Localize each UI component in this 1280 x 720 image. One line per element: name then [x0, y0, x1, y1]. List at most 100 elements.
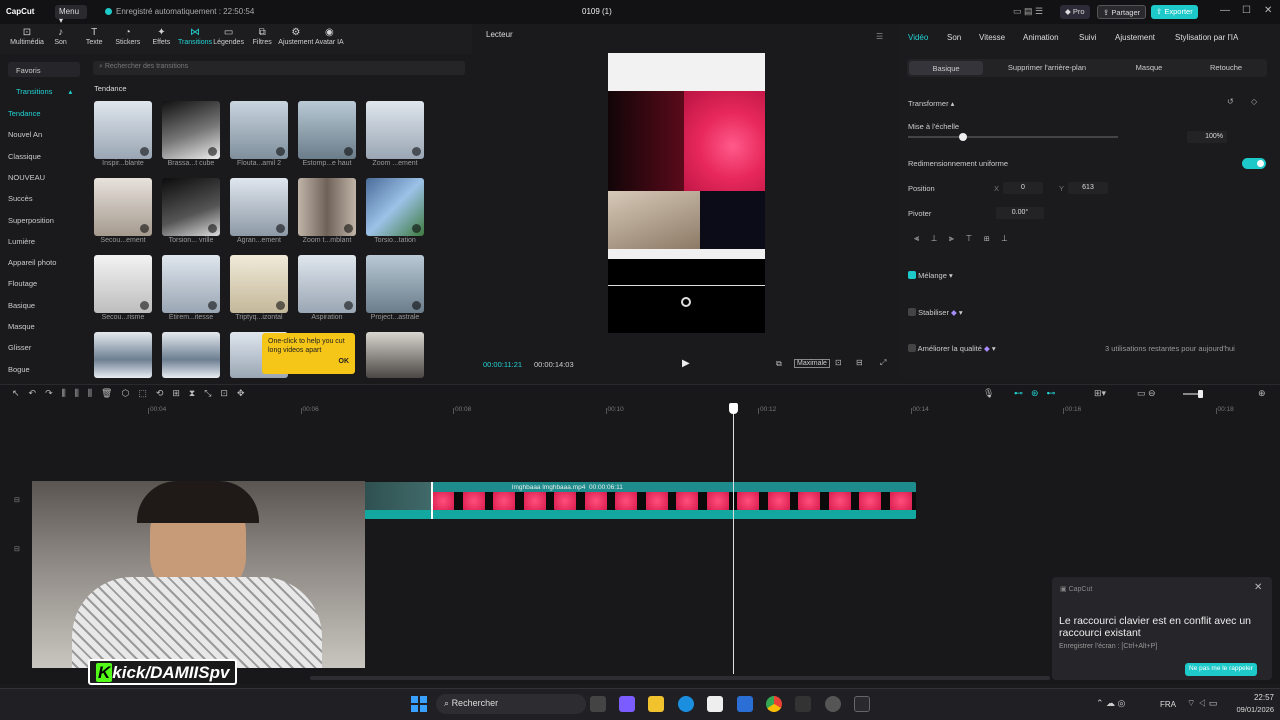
tool-avatar[interactable]: ◉ Avatar IA: [311, 27, 347, 46]
video-clip[interactable]: lmghbaaa lmghbaaa.mp4 00:00:06:11: [364, 482, 916, 519]
tool-adjust[interactable]: ⚙ Ajustement: [278, 27, 314, 46]
transform-section[interactable]: Transformer ▴: [908, 99, 954, 108]
position-y-field[interactable]: 613: [1068, 182, 1108, 194]
mic-icon[interactable]: 🎙: [983, 388, 994, 399]
transition-thumbnail[interactable]: [94, 178, 152, 236]
share-button[interactable]: ⇪ Partager: [1097, 5, 1147, 19]
ratio-button[interactable]: Maximale: [794, 359, 830, 368]
scale-slider[interactable]: [908, 136, 1118, 138]
transition-thumbnail[interactable]: [162, 101, 220, 159]
chrome-icon[interactable]: [766, 696, 782, 712]
tool-sticker[interactable]: ◔ Stickers: [110, 27, 146, 46]
edge-icon[interactable]: [678, 696, 694, 712]
player-menu-icon[interactable]: ☰: [876, 32, 883, 41]
tool-transitions[interactable]: ⋈ Transitions: [177, 27, 213, 46]
download-icon[interactable]: [276, 224, 285, 233]
nav-item-5[interactable]: Superposition: [8, 216, 54, 225]
keyframe-icon[interactable]: ◇: [1251, 97, 1257, 106]
right-tab-2[interactable]: Vitesse: [979, 33, 1005, 42]
tool-text[interactable]: T Texte: [76, 27, 112, 46]
stabilize-section[interactable]: Stabiliser ◆ ▾: [908, 308, 963, 317]
playhead[interactable]: [733, 404, 734, 674]
nav-item-12[interactable]: Bogue: [8, 365, 30, 374]
crop-icon[interactable]: ⧉: [776, 359, 782, 369]
capcut-taskbar-icon[interactable]: [795, 696, 811, 712]
transition-thumbnail[interactable]: [94, 332, 152, 378]
export-button[interactable]: ⇧ Exporter: [1151, 5, 1198, 19]
download-icon[interactable]: [140, 147, 149, 156]
uniform-scale-toggle[interactable]: [1242, 158, 1266, 169]
blend-checkbox[interactable]: [908, 271, 916, 279]
play-icon[interactable]: ▶: [682, 358, 690, 369]
zoom-slider-handle[interactable]: [1198, 390, 1203, 398]
download-icon[interactable]: [412, 147, 421, 156]
fullscreen-icon[interactable]: ⤢: [880, 358, 886, 368]
nav-item-3[interactable]: NOUVEAU: [8, 173, 45, 182]
transition-thumbnail[interactable]: [162, 255, 220, 313]
nav-item-8[interactable]: Floutage: [8, 279, 37, 288]
transitions-category[interactable]: Transitions ▴: [16, 87, 72, 96]
network-sound-battery-icons[interactable]: ⌔ ◁ ▭: [1187, 698, 1217, 709]
windows-start-icon[interactable]: [411, 696, 427, 712]
dont-remind-button[interactable]: Ne pas me le rappeler: [1185, 663, 1257, 676]
maximize-icon[interactable]: ☐: [1242, 5, 1251, 16]
rotate-field[interactable]: 0.00°: [996, 207, 1044, 219]
notif-close-icon[interactable]: ✕: [1254, 582, 1262, 593]
subtab-2[interactable]: Masque: [1120, 63, 1178, 72]
rotate-handle-icon[interactable]: [681, 297, 691, 307]
capcut-active-icon[interactable]: [854, 696, 870, 712]
preview-axis-icon[interactable]: ▭ ⊖: [1137, 388, 1156, 399]
transition-thumbnail[interactable]: [94, 255, 152, 313]
download-icon[interactable]: [140, 224, 149, 233]
right-tab-6[interactable]: Stylisation par l'IA: [1175, 33, 1238, 42]
language-indicator[interactable]: FRA: [1160, 700, 1176, 709]
nav-item-11[interactable]: Glisser: [8, 343, 31, 352]
enhance-section[interactable]: Améliorer la qualité ◆ ▾: [908, 344, 996, 353]
position-x-field[interactable]: 0: [1003, 182, 1043, 194]
subtab-0[interactable]: Basique: [909, 61, 983, 75]
tooltip-ok-button[interactable]: OK: [268, 357, 350, 366]
minimize-icon[interactable]: —: [1220, 5, 1230, 16]
transition-search-input[interactable]: ⌕ Rechercher des transitions: [93, 61, 465, 75]
edit-tools-icons[interactable]: ↖↶↷⫼⫼⫼🗑⬡⬚⟲⊞⧗⤡⊡✥: [12, 388, 254, 399]
clip-trim-handle[interactable]: [431, 482, 433, 519]
download-icon[interactable]: [276, 147, 285, 156]
transition-thumbnail[interactable]: [366, 178, 424, 236]
taskbar-search[interactable]: ⌕ Rechercher: [436, 694, 586, 714]
fit-icon[interactable]: ⊡: [835, 358, 842, 367]
transition-thumbnail[interactable]: [366, 101, 424, 159]
download-icon[interactable]: [208, 224, 217, 233]
enhance-checkbox[interactable]: [908, 344, 916, 352]
transition-thumbnail[interactable]: [162, 332, 220, 378]
layout-icon[interactable]: ▭ ▤ ☰: [1013, 6, 1043, 17]
ratio-icon[interactable]: ⊟: [856, 358, 863, 367]
obs-icon[interactable]: [825, 696, 841, 712]
timeline-scrollbar[interactable]: [310, 676, 1050, 680]
transition-thumbnail[interactable]: [94, 101, 152, 159]
nav-item-7[interactable]: Appareil photo: [8, 258, 56, 267]
scale-field[interactable]: 100%: [1187, 131, 1227, 143]
subtab-3[interactable]: Retouche: [1196, 63, 1256, 72]
download-icon[interactable]: [344, 224, 353, 233]
tool-media[interactable]: ⊡ Multimédia: [9, 27, 45, 46]
video-preview[interactable]: [608, 53, 765, 333]
right-tab-4[interactable]: Suivi: [1079, 33, 1096, 42]
copilot-icon[interactable]: [619, 696, 635, 712]
tool-filters[interactable]: ⧉ Filtres: [244, 27, 280, 46]
task-view-icon[interactable]: [590, 696, 606, 712]
right-tab-3[interactable]: Animation: [1023, 33, 1059, 42]
transition-thumbnail[interactable]: [230, 178, 288, 236]
subtab-1[interactable]: Supprimer l'arrière-plan: [1000, 63, 1094, 72]
transition-thumbnail[interactable]: [298, 101, 356, 159]
download-icon[interactable]: [276, 301, 285, 310]
store-icon[interactable]: [707, 696, 723, 712]
nav-item-9[interactable]: Basique: [8, 301, 35, 310]
download-icon[interactable]: [208, 301, 217, 310]
track-lock-icon[interactable]: ⊟: [14, 496, 20, 504]
transition-thumbnail[interactable]: [366, 255, 424, 313]
nav-item-6[interactable]: Lumière: [8, 237, 35, 246]
transition-thumbnail[interactable]: [162, 178, 220, 236]
scale-slider-handle[interactable]: [959, 133, 967, 141]
track-options-icon[interactable]: ⊞▾: [1094, 388, 1106, 399]
download-icon[interactable]: [140, 301, 149, 310]
